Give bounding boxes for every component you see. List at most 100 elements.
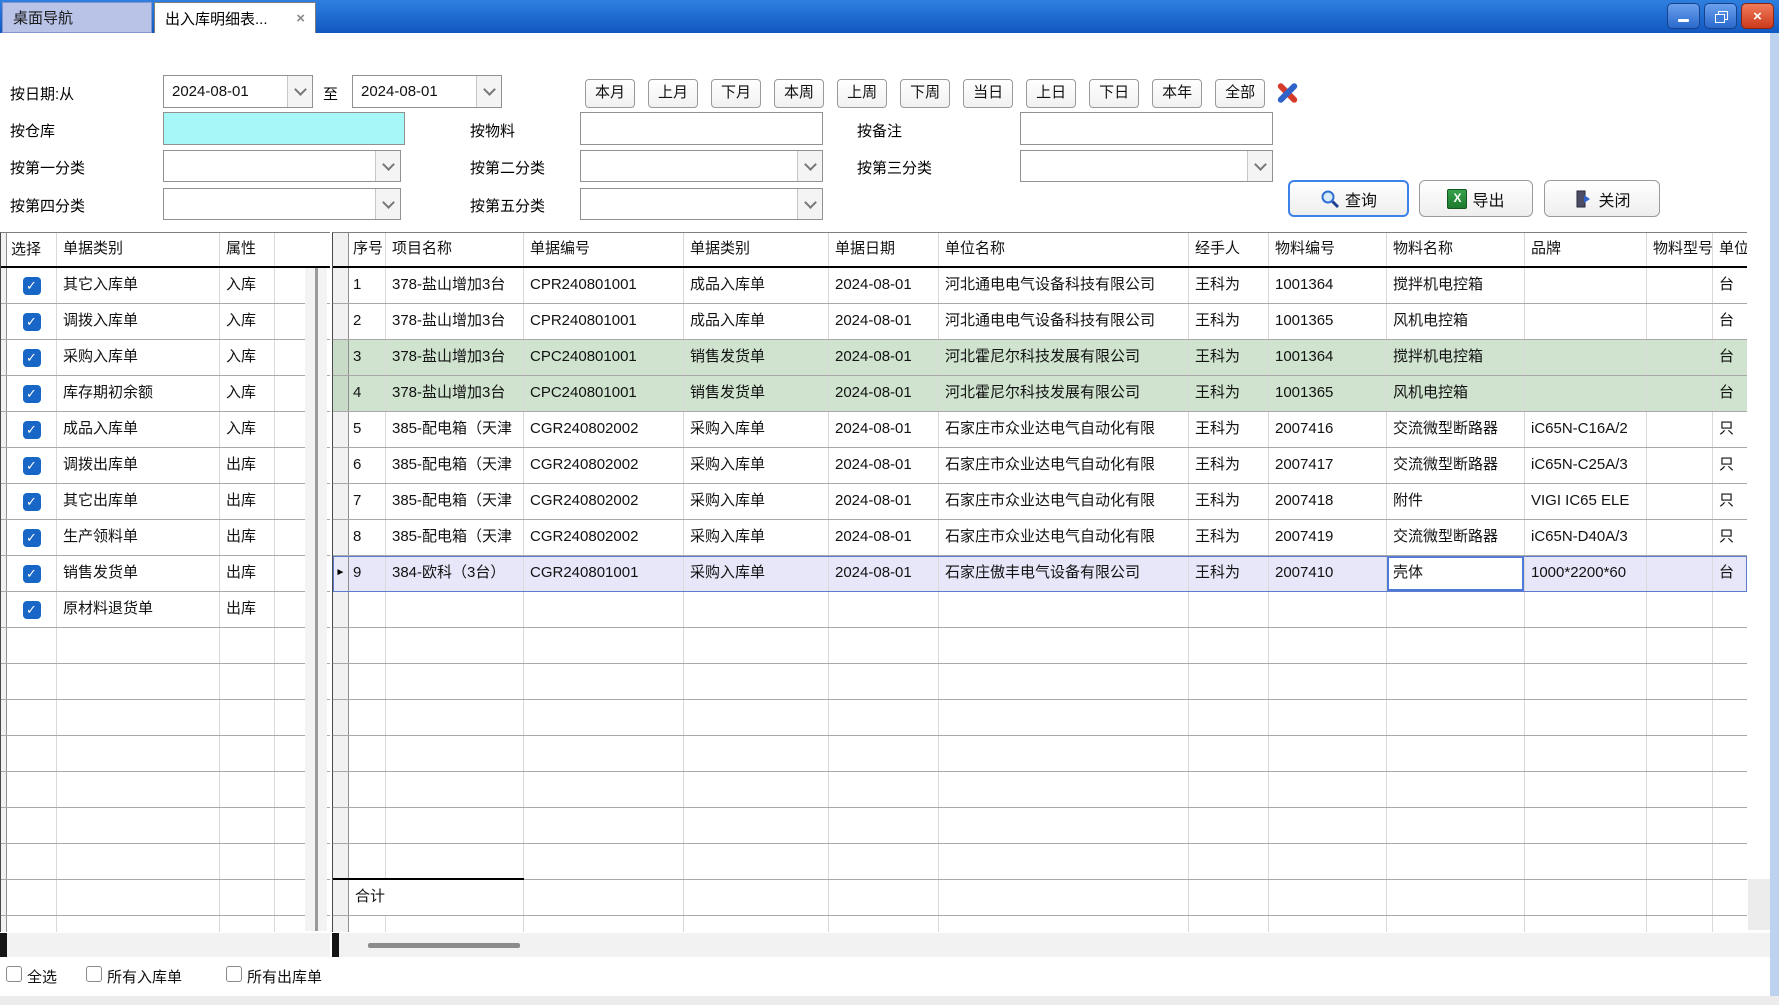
doc-type-row[interactable]: ✓采购入库单入库 (1, 340, 330, 376)
all-inbound-checkbox[interactable] (86, 966, 102, 982)
doc-type-row[interactable]: ✓其它出库单出库 (1, 484, 330, 520)
doc-type-row[interactable]: ✓调拨入库单入库 (1, 304, 330, 340)
chevron-down-icon[interactable] (797, 189, 822, 219)
doc-type-row[interactable]: ✓成品入库单入库 (1, 412, 330, 448)
cell-material_no: 2007410 (1269, 556, 1387, 591)
detail-row[interactable]: 4378-盐山增加3台CPC240801001销售发货单2024-08-01河北… (333, 376, 1747, 412)
quick-range-button[interactable]: 上月 (648, 79, 698, 108)
cell-brand (1525, 268, 1647, 303)
doc-type-row[interactable]: ✓销售发货单出库 (1, 556, 330, 592)
doc-type-row[interactable]: ✓原材料退货单出库 (1, 592, 330, 628)
quick-range-button[interactable]: 本月 (585, 79, 635, 108)
doc-type-checkbox[interactable]: ✓ (23, 421, 41, 439)
doc-type-checkbox[interactable]: ✓ (23, 277, 41, 295)
row-indicator (333, 592, 349, 627)
cell-doc_no: CGR240802002 (524, 448, 684, 483)
query-button-label: 查询 (1345, 187, 1377, 211)
class4-select[interactable] (163, 188, 401, 220)
cell-handler: 王科为 (1189, 340, 1269, 375)
restore-button[interactable] (1704, 3, 1737, 29)
doc-type-checkbox[interactable]: ✓ (23, 529, 41, 547)
class2-select[interactable] (580, 150, 823, 182)
chevron-down-icon[interactable] (287, 76, 312, 107)
doc-type-checkbox[interactable]: ✓ (23, 313, 41, 331)
warehouse-input[interactable] (163, 112, 405, 145)
tab-inout-detail[interactable]: 出入库明细表... × (154, 2, 316, 33)
export-button-label: 导出 (1472, 187, 1504, 211)
close-button[interactable]: × (1741, 3, 1774, 29)
chevron-down-icon[interactable] (1247, 151, 1272, 181)
left-vertical-scrollbar[interactable] (305, 268, 327, 931)
cell-handler: 王科为 (1189, 484, 1269, 519)
restore-icon (1715, 11, 1727, 22)
doc-type-checkbox[interactable]: ✓ (23, 349, 41, 367)
quick-range-button[interactable]: 本年 (1152, 79, 1202, 108)
doc-type-row[interactable]: ✓其它入库单入库 (1, 268, 330, 304)
cell-brand: iC65N-C16A/2 (1525, 412, 1647, 447)
remark-input[interactable] (1020, 112, 1273, 145)
cell-company: 石家庄市众业达电气自动化有限 (939, 412, 1189, 447)
date-from-combo[interactable]: 2024-08-01 (163, 75, 313, 108)
cell-no: 4 (349, 376, 386, 411)
cell-material_name[interactable]: 壳体 (1387, 556, 1525, 591)
detail-row[interactable]: 2378-盐山增加3台CPR240801001成品入库单2024-08-01河北… (333, 304, 1747, 340)
doc-type-row[interactable]: ✓调拨出库单出库 (1, 448, 330, 484)
cell-no: 8 (349, 520, 386, 555)
cell-unit: 台 (1713, 340, 1747, 375)
all-outbound-checkbox[interactable] (226, 966, 242, 982)
filter-tools-icon[interactable] (1272, 78, 1302, 108)
chevron-down-icon[interactable] (476, 76, 501, 107)
detail-row[interactable]: 1378-盐山增加3台CPR240801001成品入库单2024-08-01河北… (333, 268, 1747, 304)
doc-type-checkbox[interactable]: ✓ (23, 493, 41, 511)
quick-range-button[interactable]: 上周 (837, 79, 887, 108)
chevron-down-icon[interactable] (375, 151, 400, 181)
query-button[interactable]: 查询 (1288, 180, 1409, 217)
quick-range-button[interactable]: 当日 (963, 79, 1013, 108)
cell-date: 2024-08-01 (829, 556, 939, 591)
detail-row[interactable]: 8385-配电箱（天津CGR240802002采购入库单2024-08-01石家… (333, 520, 1747, 556)
scrollbar-thumb[interactable] (368, 943, 520, 948)
minimize-button[interactable] (1667, 3, 1700, 29)
doc-type-row[interactable]: ✓生产领料单出库 (1, 520, 330, 556)
main-horizontal-scrollbar[interactable] (332, 933, 1770, 957)
cell-material_no: 2007418 (1269, 484, 1387, 519)
quick-range-button[interactable]: 全部 (1215, 79, 1265, 108)
detail-row[interactable]: 6385-配电箱（天津CGR240802002采购入库单2024-08-01石家… (333, 448, 1747, 484)
quick-range-button[interactable]: 上日 (1026, 79, 1076, 108)
left-horizontal-scrollbar[interactable] (0, 933, 330, 957)
doc-type-checkbox[interactable]: ✓ (23, 565, 41, 583)
class1-select[interactable] (163, 150, 401, 182)
tab-close-icon[interactable]: × (290, 10, 305, 27)
class5-select[interactable] (580, 188, 823, 220)
quick-range-button[interactable]: 下日 (1089, 79, 1139, 108)
detail-row[interactable]: 5385-配电箱（天津CGR240802002采购入库单2024-08-01石家… (333, 412, 1747, 448)
cell-project: 385-配电箱（天津 (386, 448, 524, 483)
cell-date: 2024-08-01 (829, 268, 939, 303)
close-form-button[interactable]: 关闭 (1544, 180, 1660, 217)
detail-row[interactable]: 7385-配电箱（天津CGR240802002采购入库单2024-08-01石家… (333, 484, 1747, 520)
row-indicator: ► (333, 556, 349, 591)
doc-type-checkbox[interactable]: ✓ (23, 457, 41, 475)
doc-type-checkbox[interactable]: ✓ (23, 385, 41, 403)
cell-doc_no: CGR240802002 (524, 412, 684, 447)
material-input[interactable] (580, 112, 823, 145)
export-button[interactable]: X 导出 (1419, 180, 1533, 217)
doc-type-row[interactable]: ✓库存期初余额入库 (1, 376, 330, 412)
select-all-checkbox[interactable] (6, 966, 22, 982)
quick-range-button[interactable]: 下月 (711, 79, 761, 108)
tab-desktop-nav[interactable]: 桌面导航 (2, 2, 152, 33)
chevron-down-icon[interactable] (797, 151, 822, 181)
detail-row[interactable]: ►9384-欧科（3台）CGR240801001采购入库单2024-08-01石… (333, 556, 1747, 592)
empty-row (333, 808, 1747, 844)
cell-brand (1525, 304, 1647, 339)
detail-row[interactable]: 3378-盐山增加3台CPC240801001销售发货单2024-08-01河北… (333, 340, 1747, 376)
empty-row (1, 844, 330, 880)
quick-range-button[interactable]: 下周 (900, 79, 950, 108)
class3-select[interactable] (1020, 150, 1273, 182)
cell-material_name: 附件 (1387, 484, 1525, 519)
quick-range-button[interactable]: 本周 (774, 79, 824, 108)
cell-model (1647, 484, 1713, 519)
chevron-down-icon[interactable] (375, 189, 400, 219)
date-to-combo[interactable]: 2024-08-01 (352, 75, 502, 108)
doc-type-checkbox[interactable]: ✓ (23, 601, 41, 619)
